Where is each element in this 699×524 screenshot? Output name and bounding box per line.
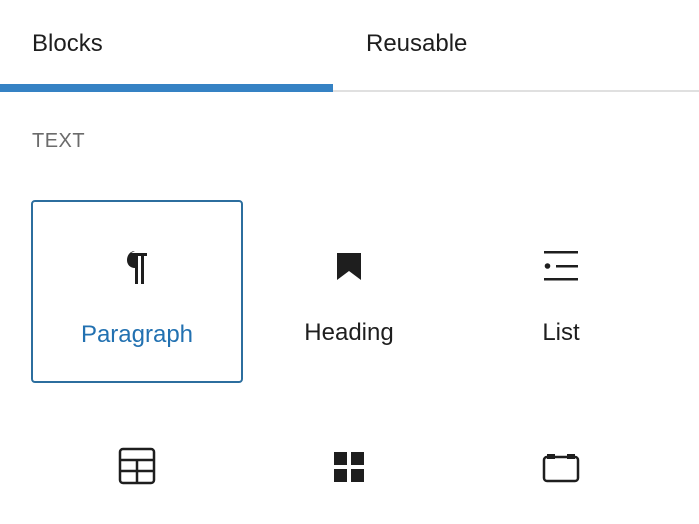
tab-reusable[interactable]: Reusable (333, 0, 699, 90)
table-icon[interactable] (117, 446, 157, 486)
block-item-paragraph[interactable]: Paragraph (31, 200, 243, 383)
block-label-heading: Heading (304, 319, 394, 346)
block-item-heading[interactable]: Heading (243, 200, 455, 383)
paragraph-icon (117, 248, 157, 288)
bookmark-heading-icon (329, 246, 369, 286)
grid-blocks-icon[interactable] (329, 446, 369, 486)
list-icon (541, 246, 581, 286)
section-title-text: TEXT (32, 130, 86, 152)
calendar-icon[interactable] (541, 446, 581, 486)
block-label-list: List (542, 319, 580, 346)
inserter-tabs: Blocks Reusable (0, 0, 699, 92)
block-label-paragraph: Paragraph (80, 321, 194, 348)
block-item-list[interactable]: List (455, 200, 667, 383)
tab-blocks[interactable]: Blocks (0, 0, 333, 90)
block-inserter-panel: Blocks Reusable TEXT Paragraph Heading L… (0, 0, 699, 524)
active-tab-indicator (0, 84, 333, 92)
tab-blocks-label: Blocks (32, 30, 103, 57)
tab-reusable-label: Reusable (366, 30, 468, 57)
